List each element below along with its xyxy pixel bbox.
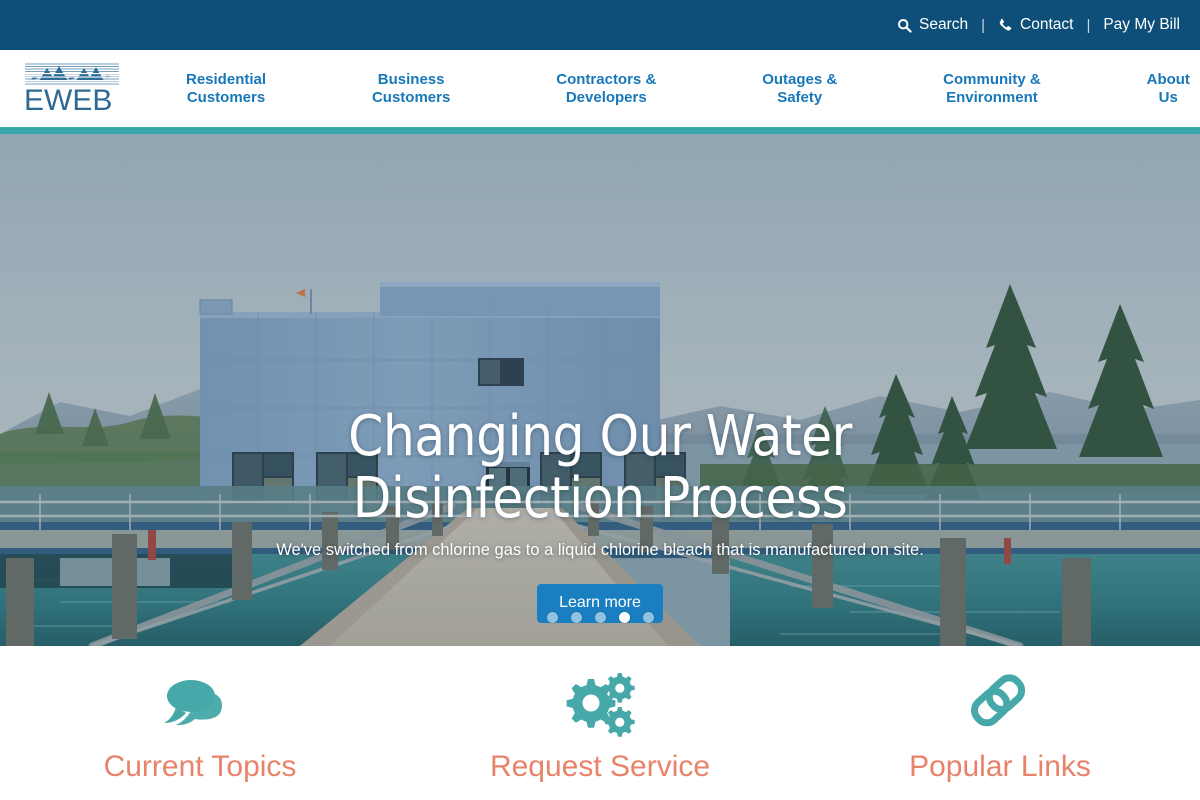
nav-item-residential-customers[interactable]: Residential Customers bbox=[182, 71, 270, 107]
card-current-topics[interactable]: Current Topics bbox=[0, 646, 400, 800]
eweb-logo[interactable]: EWEB bbox=[24, 61, 120, 117]
card-title-current-topics: Current Topics bbox=[103, 750, 297, 783]
quick-links-section: Current Topics Request Service Popular L… bbox=[0, 646, 1200, 800]
chain-links-icon bbox=[964, 668, 1036, 740]
nav-item-community-environment[interactable]: Community & Environment bbox=[939, 71, 1045, 107]
hero-carousel: Changing Our Water Disinfection Process … bbox=[0, 134, 1200, 646]
main-navigation: EWEB Residential Customers Business Cust… bbox=[0, 50, 1200, 134]
pay-my-bill-label: Pay My Bill bbox=[1103, 16, 1180, 34]
utility-bar: Search | Contact | Pay My Bill bbox=[0, 0, 1200, 50]
utility-links: Search | Contact | Pay My Bill bbox=[897, 17, 1180, 34]
eweb-logo-text: EWEB bbox=[24, 84, 113, 117]
nav-item-about-us[interactable]: About Us bbox=[1143, 71, 1194, 107]
nav-item-outages-safety[interactable]: Outages & Safety bbox=[758, 71, 841, 107]
speech-bubbles-icon bbox=[161, 668, 239, 740]
search-icon bbox=[897, 18, 912, 33]
phone-icon bbox=[998, 18, 1013, 33]
utility-separator-1: | bbox=[981, 16, 986, 34]
utility-separator-2: | bbox=[1086, 16, 1091, 34]
nav-item-business-customers[interactable]: Business Customers bbox=[368, 71, 454, 107]
carousel-dot-2[interactable] bbox=[570, 612, 582, 623]
pay-my-bill-link[interactable]: Pay My Bill bbox=[1103, 17, 1180, 33]
carousel-dot-5[interactable] bbox=[642, 612, 654, 623]
nav-item-contractors-developers[interactable]: Contractors & Developers bbox=[552, 71, 660, 107]
carousel-dot-1[interactable] bbox=[546, 612, 558, 623]
card-title-popular-links: Popular Links bbox=[909, 750, 1091, 783]
card-request-service[interactable]: Request Service bbox=[400, 646, 800, 800]
carousel-dots bbox=[546, 612, 654, 623]
carousel-dot-3[interactable] bbox=[594, 612, 606, 623]
contact-link[interactable]: Contact bbox=[998, 17, 1073, 33]
carousel-dot-4[interactable] bbox=[618, 612, 630, 623]
card-title-request-service: Request Service bbox=[489, 750, 711, 783]
search-link-label: Search bbox=[918, 16, 969, 34]
hero-title: Changing Our Water Disinfection Process bbox=[348, 404, 852, 531]
contact-link-label: Contact bbox=[1020, 16, 1074, 34]
hero-content: Changing Our Water Disinfection Process … bbox=[0, 406, 1200, 623]
nav-items: Residential Customers Business Customers… bbox=[182, 71, 1200, 107]
hero-subtitle: We've switched from chlorine gas to a li… bbox=[276, 541, 924, 559]
search-link[interactable]: Search bbox=[897, 17, 968, 33]
card-popular-links[interactable]: Popular Links bbox=[800, 646, 1200, 800]
gears-icon bbox=[560, 668, 640, 740]
